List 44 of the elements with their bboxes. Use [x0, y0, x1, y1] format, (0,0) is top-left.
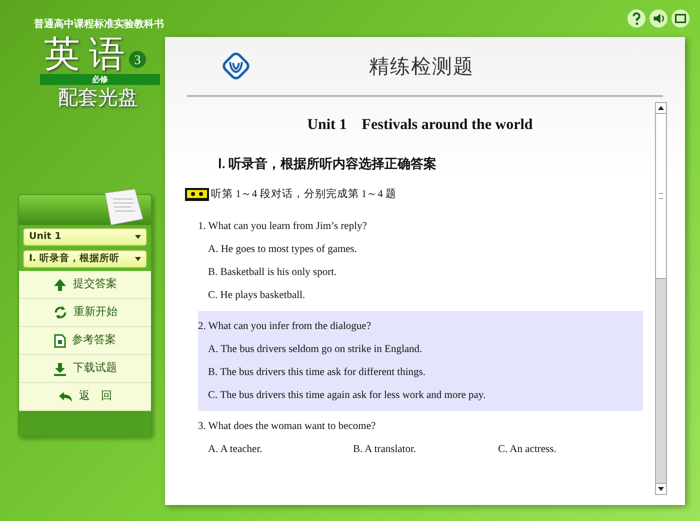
question-block[interactable]: 1. What can you learn from Jim’s reply? A. He goes to most types of games. B. Basketball is his only sport. C. He plays basketball. [198, 210, 643, 311]
answer-option[interactable]: A. He goes to most types of games. [198, 238, 643, 261]
refresh-icon [52, 305, 68, 320]
answer-option[interactable]: B. A translator. [353, 438, 498, 461]
menu-item[interactable]: 参考答案 [19, 327, 151, 355]
scrollbar[interactable] [655, 102, 667, 495]
answer-option[interactable]: B. The bus drivers this time ask for different things. [198, 360, 643, 384]
question-text: 3. What does the woman want to become? [198, 420, 377, 434]
disc-subtitle: 配套光盘 [58, 85, 139, 109]
listening-instruction: 听第 1～4 段对话，分别完成第 1～4 题 [211, 187, 396, 202]
undo-arrow-icon [58, 390, 73, 402]
menu-item[interactable]: 下载试题 [19, 355, 151, 383]
speaker-icon[interactable] [649, 9, 668, 28]
unit-select[interactable]: Unit 1 [23, 228, 147, 246]
unit-select[interactable]: Ⅰ. 听录音，根据所听 [23, 250, 147, 268]
scroll-down-icon[interactable] [658, 487, 664, 491]
dropdown-caret-icon [135, 235, 141, 239]
document-icon [54, 334, 66, 348]
question-text: 2. What can you infer from the dialogue? [198, 320, 372, 334]
menu-item[interactable]: 提交答案 [19, 271, 151, 299]
volume-badge: 3 [129, 51, 146, 68]
answer-option[interactable]: A. A teacher. [208, 438, 353, 461]
panel-title: 精练检测题 [369, 53, 474, 80]
window-icon[interactable] [671, 9, 690, 28]
question-block[interactable] [198, 310, 643, 411]
required-band: 必修 [40, 74, 160, 85]
unit-heading: Unit 1 Festivals around the world [306, 116, 534, 135]
help-icon[interactable] [627, 9, 646, 28]
dropdown-caret-icon [135, 257, 141, 261]
menu-item[interactable]: 重新开始 [19, 299, 151, 327]
answer-option[interactable]: C. The bus drivers this time again ask for less work and more pay. [198, 384, 643, 407]
question-text: 1. What can you learn from Jim’s reply? [198, 220, 368, 234]
answer-option[interactable]: C. An actress. [498, 438, 643, 461]
download-icon [53, 362, 67, 376]
answer-option[interactable]: A. The bus drivers seldom go on strike in England. [198, 338, 643, 361]
section-heading: Ⅰ. 听录音，根据所听内容选择正确答案 [218, 154, 438, 172]
series-title: 普通高中课程标准实验教科书 [34, 17, 165, 32]
question-block[interactable]: 3. What does the woman want to become? A. A teacher. B. A translator. C. An actress. [198, 410, 643, 465]
up-arrow-icon [53, 278, 67, 292]
answer-option[interactable]: C. He plays basketball. [198, 284, 643, 307]
answer-option[interactable]: B. Basketball is his only sport. [198, 260, 643, 284]
book-title: 英 语 [44, 34, 125, 74]
scroll-up-icon[interactable] [658, 106, 664, 110]
cassette-tape-icon[interactable] [185, 188, 209, 202]
